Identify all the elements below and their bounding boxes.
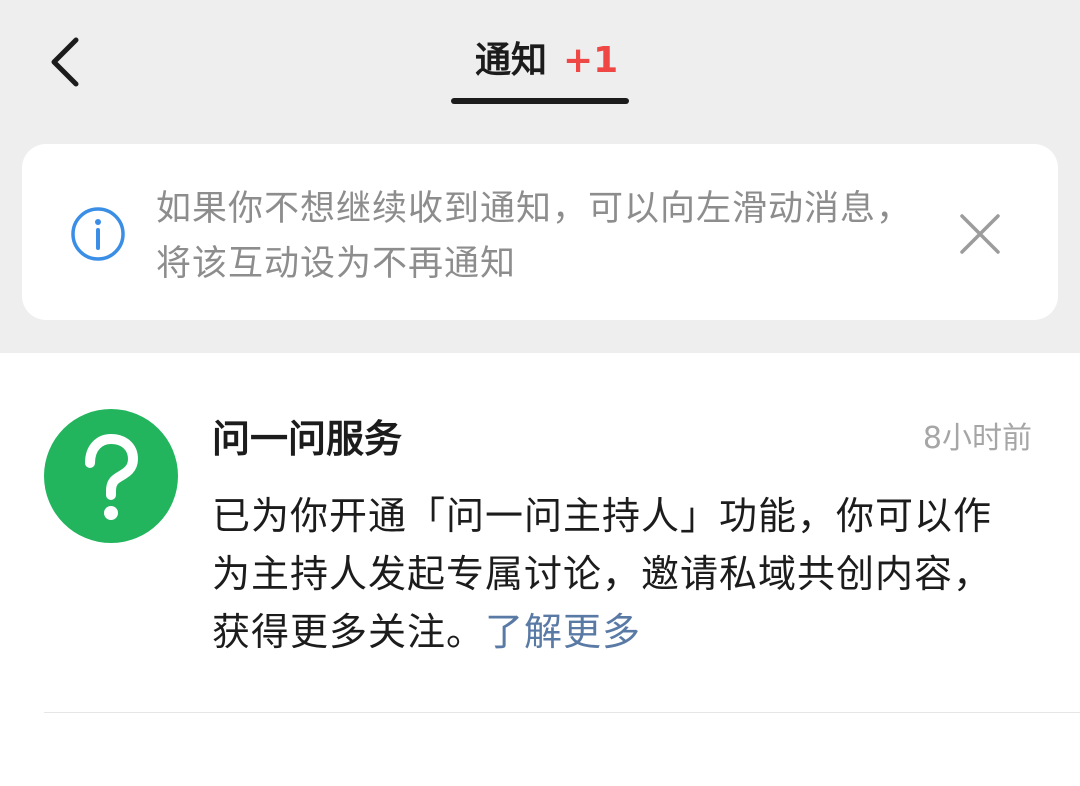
tab-underline: [451, 98, 629, 104]
avatar[interactable]: [44, 409, 178, 543]
close-icon: [960, 214, 1000, 254]
sender-name[interactable]: 问一问服务: [212, 415, 402, 463]
tip-card: 如果你不想继续收到通知，可以向左滑动消息，将该互动设为不再通知: [22, 144, 1058, 320]
notification-item[interactable]: 问一问服务 8小时前 已为你开通「问一问主持人」功能，你可以作为主持人发起专属讨…: [0, 353, 1080, 713]
tip-close-button[interactable]: [950, 204, 1010, 264]
tab-notifications[interactable]: 通知 +1: [451, 30, 629, 106]
chevron-left-icon: [51, 37, 79, 87]
tab-title: 通知: [475, 40, 548, 81]
info-icon: [71, 207, 125, 261]
notification-message: 已为你开通「问一问主持人」功能，你可以作为主持人发起专属讨论，邀请私域共创内容，…: [212, 487, 1022, 661]
notification-time: 8小时前: [922, 421, 1032, 456]
top-area: 通知 +1 如果你不想继续收到通知，可以向左滑动消息，将该互动设为不再通知: [0, 0, 1080, 353]
learn-more-link[interactable]: 了解更多: [485, 610, 641, 654]
question-mark-icon: [85, 434, 138, 520]
tip-text: 如果你不想继续收到通知，可以向左滑动消息，将该互动设为不再通知: [156, 189, 913, 284]
tab-badge: +1: [563, 40, 619, 81]
divider: [44, 712, 1080, 713]
back-button[interactable]: [34, 30, 94, 94]
